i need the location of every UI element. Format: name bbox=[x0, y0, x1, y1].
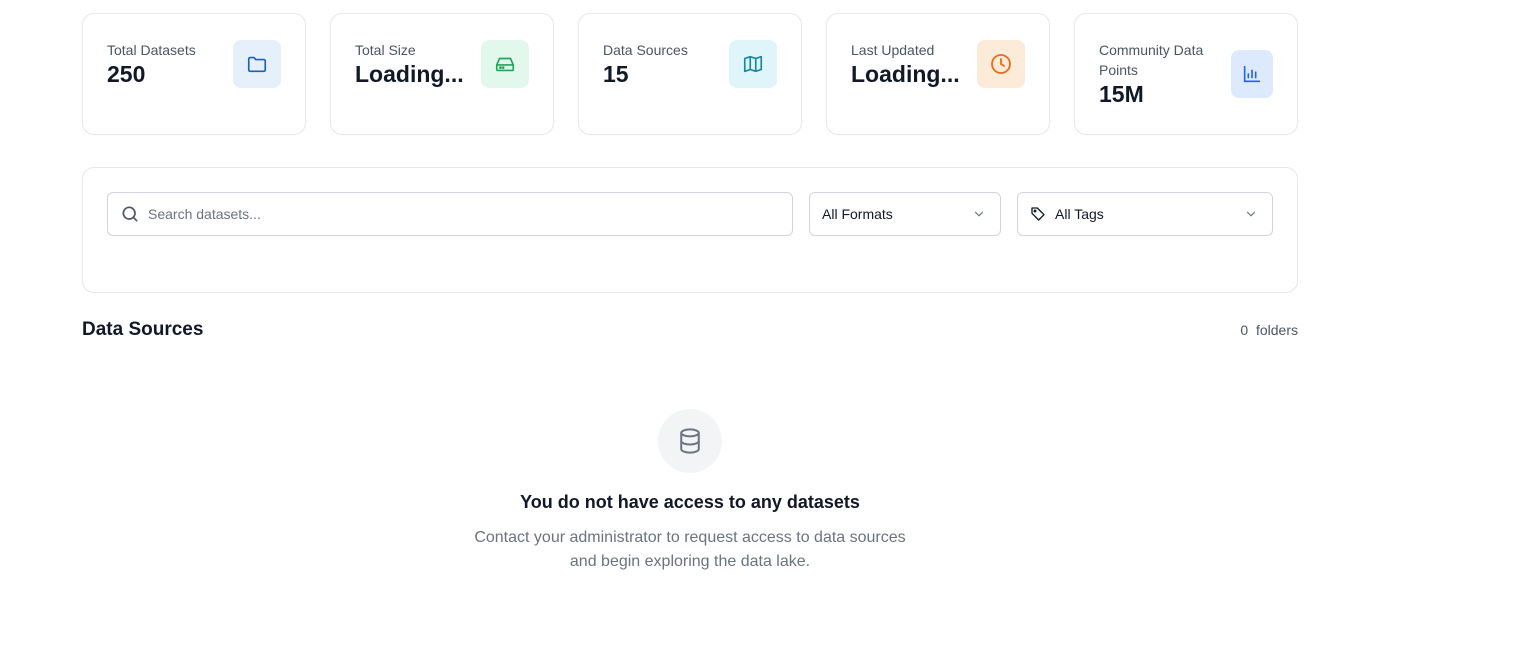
folder-count: 0 folders bbox=[1240, 322, 1298, 338]
tags-select-value: All Tags bbox=[1055, 206, 1104, 222]
section-title: Data Sources bbox=[82, 319, 204, 340]
tag-icon bbox=[1031, 207, 1045, 221]
format-select[interactable]: All Formats bbox=[809, 192, 1001, 236]
stat-label: Data Sources bbox=[603, 42, 688, 58]
format-select-value: All Formats bbox=[822, 206, 893, 222]
stat-card-last-updated: Last Updated Loading... bbox=[826, 13, 1050, 135]
stat-label: Total Size bbox=[355, 42, 416, 58]
stat-label: Community Data Points bbox=[1099, 42, 1204, 78]
bar-chart-icon bbox=[1231, 50, 1273, 98]
folder-count-number: 0 bbox=[1240, 322, 1249, 338]
stat-card-data-sources: Data Sources 15 bbox=[578, 13, 802, 135]
database-icon bbox=[658, 409, 722, 473]
stat-label: Last Updated bbox=[851, 42, 935, 58]
search-input[interactable] bbox=[148, 206, 748, 222]
stat-card-community-data-points: Community Data Points 15M bbox=[1074, 13, 1298, 135]
clock-icon bbox=[977, 40, 1025, 88]
map-icon bbox=[729, 40, 777, 88]
stat-value: 250 bbox=[107, 61, 146, 87]
hard-drive-icon bbox=[481, 40, 529, 88]
folder-icon bbox=[233, 40, 281, 88]
stat-value: Loading... bbox=[851, 61, 960, 87]
tags-select[interactable]: All Tags bbox=[1017, 192, 1273, 236]
stat-value: 15 bbox=[603, 61, 629, 87]
chevron-down-icon bbox=[974, 211, 984, 217]
chevron-down-icon bbox=[1246, 211, 1256, 217]
stat-value: Loading... bbox=[355, 61, 464, 87]
search-icon bbox=[122, 206, 138, 222]
search-box[interactable] bbox=[107, 192, 793, 236]
stat-value: 15M bbox=[1099, 81, 1144, 107]
filter-panel: All Formats All Tags bbox=[82, 167, 1298, 293]
stat-card-total-size: Total Size Loading... bbox=[330, 13, 554, 135]
empty-state-title: You do not have access to any datasets bbox=[520, 492, 860, 512]
stat-card-total-datasets: Total Datasets 250 bbox=[82, 13, 306, 135]
folder-count-unit: folders bbox=[1255, 322, 1298, 338]
stats-row: Total Datasets 250 Total Size Loading...… bbox=[82, 13, 1298, 135]
stat-label: Total Datasets bbox=[107, 42, 196, 58]
empty-state-description: Contact your administrator to request ac… bbox=[474, 529, 906, 570]
